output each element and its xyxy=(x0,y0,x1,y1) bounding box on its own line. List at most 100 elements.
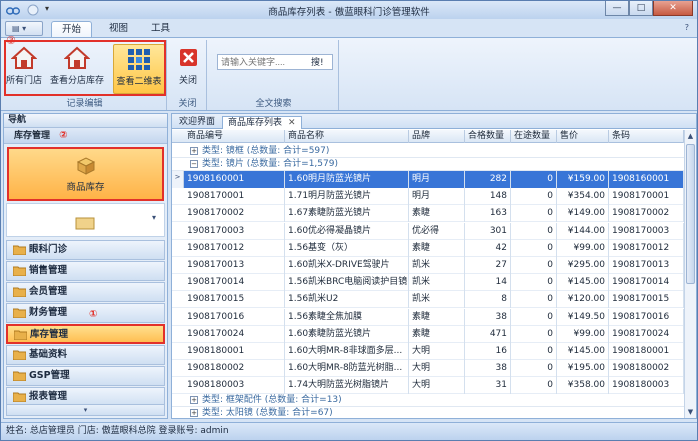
table-cell[interactable]: 1.74大明防蓝光树脂镜片 xyxy=(285,377,409,395)
column-header[interactable]: 条码 xyxy=(609,130,684,143)
table-row[interactable]: 1908170001 1.71明月防蓝光镜片 明月 148 0 ¥354.00 190817… xyxy=(172,188,684,206)
table-row[interactable]: 1908180002 1.60大明MR-8防蓝光树脂... 大明 38 0 ¥195.00… xyxy=(172,360,684,378)
table-cell[interactable]: 明月 xyxy=(409,171,465,188)
nav-section-header[interactable]: 库存管理 ② xyxy=(4,128,167,144)
close-window-button[interactable]: ✕ xyxy=(653,1,693,16)
nav-item-list[interactable]: ▾ xyxy=(6,203,165,237)
table-cell[interactable]: 1908170013 xyxy=(609,257,684,274)
group-row-accessories[interactable]: + 类型: 框架配件 (总数量: 合计=13) xyxy=(172,394,684,407)
table-cell[interactable]: 0 xyxy=(511,257,557,274)
table-cell[interactable]: 0 xyxy=(511,274,557,292)
table-cell[interactable]: ¥99.00 xyxy=(557,325,609,343)
table-cell[interactable]: ¥145.00 xyxy=(557,274,609,292)
table-cell[interactable]: 1908170012 xyxy=(184,239,285,257)
table-cell[interactable]: 1.60明月防蓝光镜片 xyxy=(285,171,409,188)
nav-item-inventory[interactable]: 库存管理 xyxy=(6,324,165,344)
table-row[interactable]: 1908170003 1.60优必得凝晶镜片 优必得 301 0 ¥144.00 19081… xyxy=(172,222,684,240)
table-cell[interactable]: 42 xyxy=(465,239,511,257)
table-cell[interactable]: 8 xyxy=(465,291,511,309)
group-row-frames[interactable]: + 类型: 镜框 (总数量: 合计=597) xyxy=(172,145,684,158)
table-cell[interactable]: 1.60优必得凝晶镜片 xyxy=(285,222,409,240)
table-cell[interactable]: 1908170003 xyxy=(184,222,285,240)
column-header[interactable]: 售价 xyxy=(557,130,609,143)
table-row[interactable]: 1908170024 1.60素睫防蓝光镜片 素睫 471 0 ¥99.00 1908170… xyxy=(172,325,684,343)
search-go-button[interactable]: 搜! xyxy=(311,55,324,68)
table-cell[interactable]: ¥120.00 xyxy=(557,291,609,309)
table-cell[interactable]: 明月 xyxy=(409,188,465,206)
table-cell[interactable]: 1908160001 xyxy=(609,171,684,188)
table-cell[interactable]: 301 xyxy=(465,222,511,240)
table-cell[interactable]: 1908180003 xyxy=(184,377,285,395)
minimize-button[interactable]: — xyxy=(605,1,629,16)
tab-start[interactable]: 开始 xyxy=(51,21,93,38)
table-cell[interactable]: 0 xyxy=(511,325,557,343)
nav-list-scroll-icon[interactable]: ▾ xyxy=(152,213,156,222)
table-row[interactable]: >1908160001 1.60明月防蓝光镜片 明月 282 0 ¥159.00 19081… xyxy=(172,171,684,188)
table-cell[interactable]: 0 xyxy=(511,343,557,360)
table-cell[interactable]: 31 xyxy=(465,377,511,395)
expand-icon[interactable]: + xyxy=(190,396,198,404)
table-cell[interactable]: 1.67素睫防蓝光镜片 xyxy=(285,205,409,223)
table-cell[interactable]: 1908180001 xyxy=(609,343,684,360)
table-cell[interactable]: 素睫 xyxy=(409,325,465,343)
nav-item-product-stock[interactable]: 商品库存 xyxy=(7,147,164,201)
table-cell[interactable]: 大明 xyxy=(409,377,465,395)
table-cell[interactable]: 1908170016 xyxy=(184,308,285,326)
maximize-button[interactable]: □ xyxy=(629,1,653,16)
nav-overflow-button[interactable]: ▾ xyxy=(6,404,165,416)
table-cell[interactable]: 1908170002 xyxy=(609,205,684,223)
table-row[interactable]: 1908170016 1.56素睫全焦加膜 素睫 38 0 ¥149.50 19081700… xyxy=(172,308,684,326)
tab-stock-list[interactable]: 商品库存列表 ✕ xyxy=(222,116,302,129)
table-cell[interactable]: 1.60大明MR-8非球面多层... xyxy=(285,343,409,360)
table-cell[interactable]: 1908180002 xyxy=(184,360,285,378)
expand-icon[interactable]: + xyxy=(190,409,198,417)
tab-view[interactable]: 视图 xyxy=(99,21,138,38)
nav-item-basic-data[interactable]: 基础资料 xyxy=(6,345,165,365)
table-cell[interactable]: 0 xyxy=(511,239,557,257)
table-cell[interactable]: 1908170002 xyxy=(184,205,285,223)
table-row[interactable]: 1908170015 1.56凯米U2 凯米 8 0 ¥120.00 1908170015 xyxy=(172,291,684,309)
table-cell[interactable]: 1.56素睫全焦加膜 xyxy=(285,308,409,326)
table-cell[interactable]: 1908170016 xyxy=(609,308,684,326)
table-cell[interactable]: 1908170012 xyxy=(609,239,684,257)
table-cell[interactable]: ¥145.00 xyxy=(557,343,609,360)
expand-icon[interactable]: + xyxy=(190,147,198,155)
nav-item-finance[interactable]: 财务管理 ① xyxy=(6,303,165,323)
table-cell[interactable]: 大明 xyxy=(409,360,465,378)
table-row[interactable]: 1908180001 1.60大明MR-8非球面多层... 大明 16 0 ¥145.00… xyxy=(172,343,684,360)
table-cell[interactable]: 1908170013 xyxy=(184,257,285,274)
table-cell[interactable]: 1908170014 xyxy=(609,274,684,292)
table-cell[interactable]: 148 xyxy=(465,188,511,206)
table-cell[interactable]: 1908170015 xyxy=(184,291,285,309)
table-cell[interactable]: ¥99.00 xyxy=(557,239,609,257)
table-cell[interactable]: 1908180002 xyxy=(609,360,684,378)
table-cell[interactable]: ¥354.00 xyxy=(557,188,609,206)
table-cell[interactable]: 282 xyxy=(465,171,511,188)
close-button[interactable]: 关闭 xyxy=(172,44,204,94)
table-cell[interactable]: 38 xyxy=(465,308,511,326)
nav-item-sales[interactable]: 销售管理 xyxy=(6,261,165,281)
table-cell[interactable]: 1908170001 xyxy=(184,188,285,206)
table-cell[interactable]: ¥144.00 xyxy=(557,222,609,240)
scroll-down-icon[interactable]: ▼ xyxy=(685,406,696,418)
table-cell[interactable]: 素睫 xyxy=(409,239,465,257)
table-cell[interactable]: 27 xyxy=(465,257,511,274)
group-row-sunglasses[interactable]: + 类型: 太阳镜 (总数量: 合计=67) xyxy=(172,407,684,418)
table-cell[interactable]: 1908160001 xyxy=(184,171,285,188)
table-cell[interactable]: 1908170024 xyxy=(184,325,285,343)
table-cell[interactable]: 0 xyxy=(511,360,557,378)
table-cell[interactable]: ¥295.00 xyxy=(557,257,609,274)
table-cell[interactable]: 1.56凯米U2 xyxy=(285,291,409,309)
tab-tools[interactable]: 工具 xyxy=(141,21,180,38)
table-cell[interactable]: 163 xyxy=(465,205,511,223)
group-row-lenses[interactable]: − 类型: 镜片 (总数量: 合计=1,579) xyxy=(172,158,684,171)
table-cell[interactable]: 1.71明月防蓝光镜片 xyxy=(285,188,409,206)
table-row[interactable]: 1908170013 1.60凯米X-DRIVE驾驶片 凯米 27 0 ¥295.00 19… xyxy=(172,257,684,274)
nav-item-gsp[interactable]: GSP管理 xyxy=(6,366,165,386)
table-cell[interactable]: 1.56凯米BRC电脑阅读护目镜 xyxy=(285,274,409,292)
table-cell[interactable]: 1.60凯米X-DRIVE驾驶片 xyxy=(285,257,409,274)
table-cell[interactable]: 1908170015 xyxy=(609,291,684,309)
collapse-icon[interactable]: − xyxy=(190,160,198,168)
table-cell[interactable]: 0 xyxy=(511,205,557,223)
table-row[interactable]: 1908170014 1.56凯米BRC电脑阅读护目镜 凯米 14 0 ¥145.00 19… xyxy=(172,274,684,292)
